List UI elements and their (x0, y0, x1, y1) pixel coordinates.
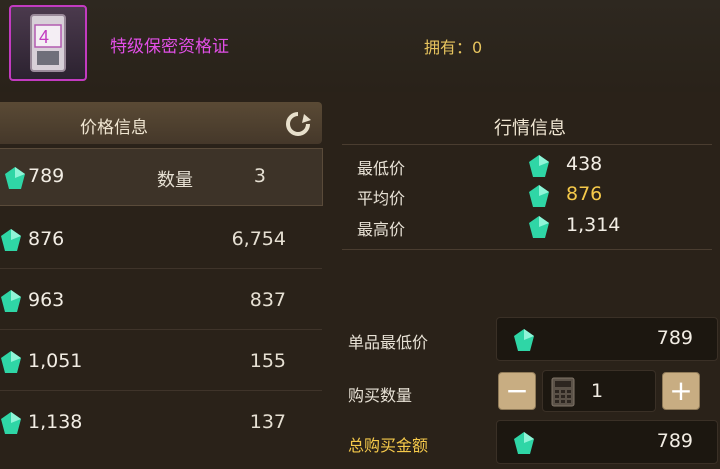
unit-price-label: 单品最低价 (348, 333, 429, 352)
increase-quantity-button[interactable]: + (662, 372, 700, 410)
refresh-icon[interactable] (284, 110, 312, 138)
min-price-label: 最低价 (357, 159, 406, 178)
price-row[interactable]: 963 837 (0, 271, 322, 330)
quantity-label: 购买数量 (348, 386, 413, 405)
quantity-input[interactable]: 1 (542, 370, 656, 412)
listing-price: 1,138 (28, 411, 83, 433)
quantity-value: 1 (591, 380, 604, 402)
gem-icon (1, 290, 21, 312)
id-card-icon: 4 (9, 5, 87, 81)
decrease-quantity-button[interactable]: − (498, 372, 536, 410)
price-panel: 价格信息 789 数量 3 876 6,754 963 837 1,051 15… (0, 102, 323, 469)
gem-icon (5, 167, 25, 189)
gem-icon (514, 329, 534, 351)
listing-quantity: 837 (249, 289, 286, 311)
quantity-label: 数量 (157, 170, 193, 191)
item-header: 4 特级保密资格证 拥有：0 (0, 0, 720, 92)
max-price-label: 最高价 (357, 220, 406, 239)
gem-icon (1, 412, 21, 434)
gem-icon (1, 229, 21, 251)
total-amount-value: 789 (656, 430, 693, 452)
price-row[interactable]: 876 6,754 (0, 210, 322, 269)
avg-price-value: 876 (566, 183, 603, 205)
listing-price: 789 (28, 165, 65, 187)
divider (342, 249, 712, 250)
price-row[interactable]: 1,051 155 (0, 332, 322, 391)
owned-value: 0 (472, 38, 483, 57)
calculator-icon[interactable] (551, 377, 575, 407)
item-name: 特级保密资格证 (110, 37, 229, 57)
avg-price-label: 平均价 (357, 189, 406, 208)
total-amount-field: 789 (496, 420, 718, 464)
gem-icon (1, 351, 21, 373)
price-row[interactable]: 789 数量 3 (0, 148, 323, 206)
price-row[interactable]: 1,138 137 (0, 393, 322, 451)
listing-price: 963 (28, 289, 65, 311)
min-price-value: 438 (566, 153, 603, 175)
gem-icon (529, 155, 549, 177)
unit-price-value: 789 (656, 327, 693, 349)
gem-icon (529, 216, 549, 238)
listing-quantity: 3 (253, 165, 266, 187)
unit-price-field: 789 (496, 317, 718, 361)
price-panel-title: 价格信息 (80, 118, 148, 138)
owned-count: 拥有：0 (424, 34, 482, 58)
owned-label: 拥有： (424, 38, 473, 57)
listing-quantity: 155 (249, 350, 286, 372)
listing-quantity: 137 (249, 411, 286, 433)
market-panel: 行情信息 最低价 438 平均价 876 最高价 1,314 单品最低价 789… (332, 92, 720, 469)
item-icon-number: 4 (39, 27, 49, 47)
plus-icon: + (669, 374, 693, 407)
listing-quantity: 6,754 (231, 228, 286, 250)
divider (342, 144, 712, 145)
market-panel-title: 行情信息 (494, 118, 566, 139)
total-amount-label: 总购买金额 (348, 436, 429, 455)
price-panel-header: 价格信息 (0, 102, 322, 144)
max-price-value: 1,314 (566, 214, 621, 236)
listing-price: 1,051 (28, 350, 83, 372)
gem-icon (529, 185, 549, 207)
gem-icon (514, 432, 534, 454)
listing-price: 876 (28, 228, 65, 250)
market-panel-header: 行情信息 (332, 102, 720, 142)
minus-icon: − (505, 374, 529, 407)
